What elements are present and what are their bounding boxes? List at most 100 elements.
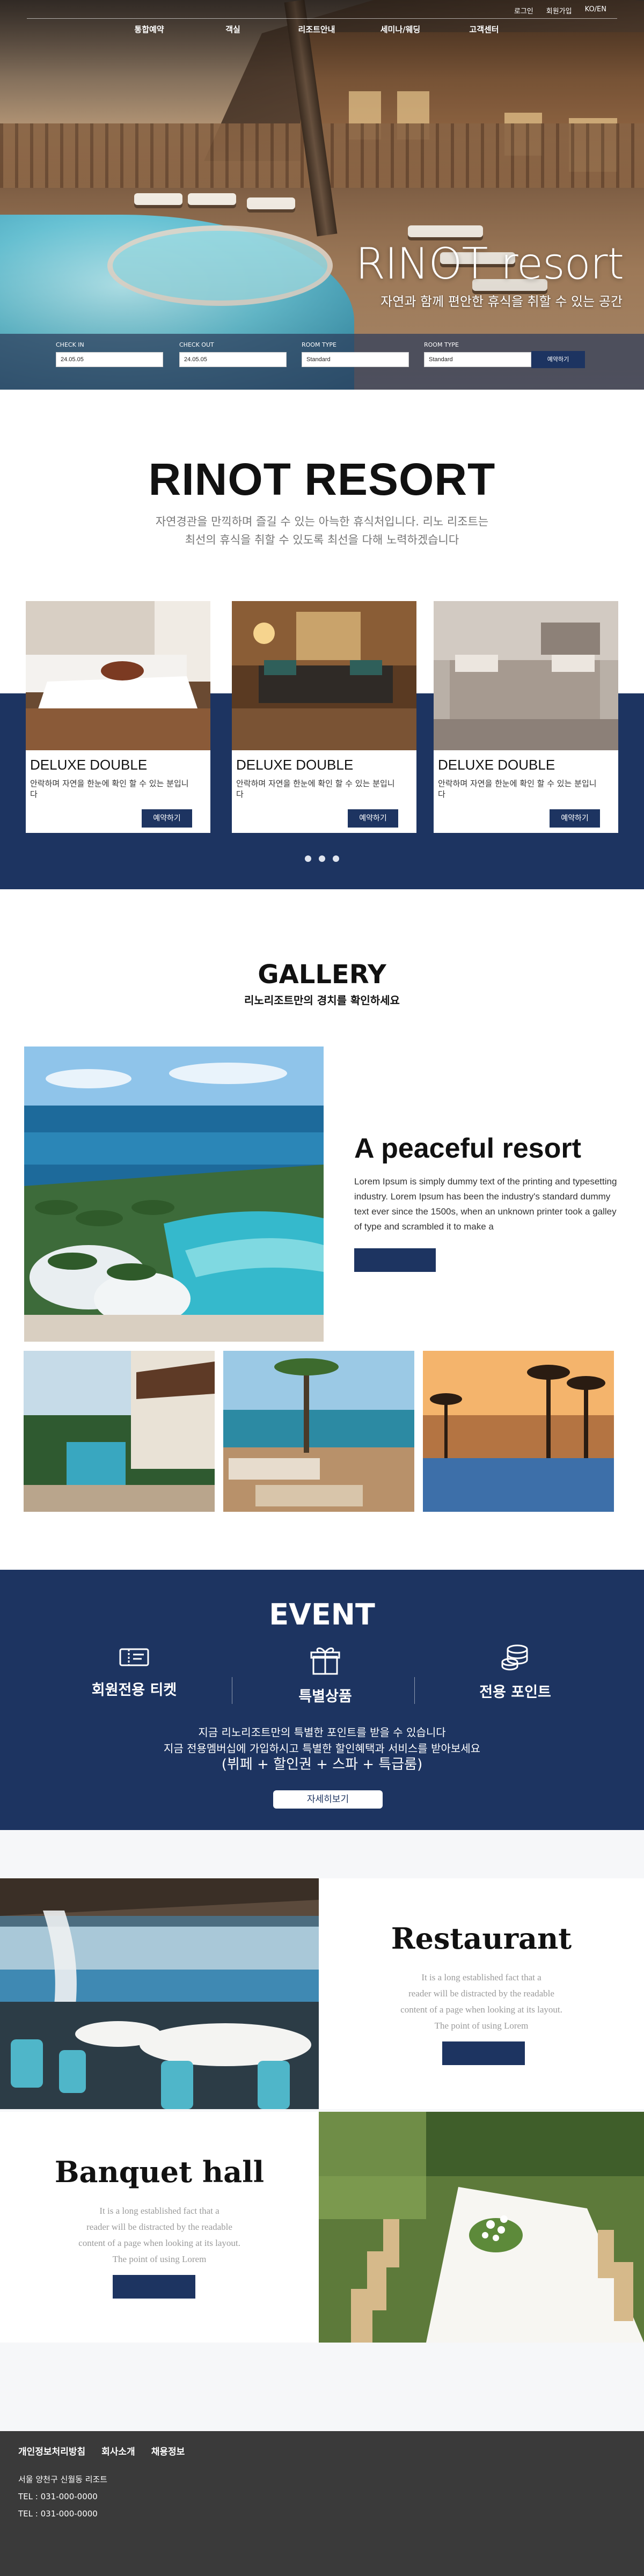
room-description: 안락하며 자연을 한눈에 확인 할 수 있는 분입니다 (236, 779, 395, 799)
footer-address: 서울 양천구 신월동 리조트 (18, 2475, 108, 2484)
room-card: DELUXE DOUBLE 안락하며 자연을 한눈에 확인 할 수 있는 분입니… (26, 601, 210, 833)
about-desc-line-2: 최선의 휴식을 취할 수 있도록 최선을 다해 노력하겠습니다 (185, 533, 459, 546)
nav-item-rooms[interactable]: 객실 (191, 24, 275, 35)
roomtype-select[interactable]: Standard (302, 352, 409, 367)
event-desc-line-1: 지금 리노리조트만의 특별한 포인트를 받을 수 있습니다 (198, 1726, 446, 1739)
checkin-input[interactable]: 24.05.05 (56, 352, 163, 367)
room-reserve-button[interactable]: 예약하기 (348, 809, 398, 828)
roomtype-field-2: ROOM TYPE Standard (424, 341, 531, 367)
banquet-text-line: The point of using Lorem (112, 2254, 207, 2264)
carousel-dot[interactable] (305, 855, 311, 862)
reserve-button[interactable]: 예약하기 (531, 351, 585, 368)
room-photo (26, 601, 210, 750)
banquet-text: It is a long established fact that a rea… (0, 2203, 319, 2267)
checkout-input[interactable]: 24.05.05 (179, 352, 287, 367)
room-name: DELUXE DOUBLE (438, 757, 555, 773)
room-description: 안락하며 자연을 한눈에 확인 할 수 있는 분입니다 (30, 779, 189, 799)
room-reserve-button[interactable]: 예약하기 (142, 809, 192, 828)
banquet-photo (319, 2112, 644, 2343)
about-description: 자연경관을 만끽하며 즐길 수 있는 아늑한 휴식처입니다. 리노 리조트는 최… (0, 513, 644, 549)
roomtype-field: ROOM TYPE Standard (302, 341, 409, 367)
carousel-dot[interactable] (333, 855, 339, 862)
restaurant-text-line: The point of using Lorem (434, 2021, 529, 2031)
footer: 개인정보처리방침 회사소개 채용정보 서울 양천구 신월동 리조트 TEL : … (0, 2431, 644, 2576)
event-item-ticket[interactable]: 회원전용 티켓 (70, 1643, 199, 1699)
coins-icon (451, 1643, 580, 1673)
event-item-label: 특별상품 (298, 1688, 352, 1705)
nav-item-resort-info[interactable]: 리조트안내 (275, 24, 358, 35)
room-photo (434, 601, 618, 750)
gallery-thumb[interactable] (423, 1351, 614, 1512)
nav-item-booking[interactable]: 통합예약 (107, 24, 191, 35)
banquet-card: Banquet hall It is a long established fa… (0, 2112, 319, 2343)
hero-subtitle: 자연과 함께 편안한 휴식을 취할 수 있는 공간 (380, 294, 623, 309)
gallery-thumb[interactable] (24, 1351, 215, 1512)
top-utility-bar: 로그인 회원가입 KO/EN (514, 5, 606, 16)
feature-title: A peaceful resort (354, 1133, 581, 1164)
about-company-link[interactable]: 회사소개 (101, 2444, 135, 2457)
language-toggle[interactable]: KO/EN (585, 5, 606, 16)
footer-contact: 서울 양천구 신월동 리조트 TEL : 031-000-0000 TEL : … (18, 2471, 107, 2522)
privacy-policy-link[interactable]: 개인정보처리방침 (18, 2444, 85, 2457)
event-details-button[interactable]: 자세히보기 (273, 1790, 383, 1809)
room-reserve-button[interactable]: 예약하기 (550, 809, 600, 828)
room-card: DELUXE DOUBLE 안락하며 자연을 한눈에 확인 할 수 있는 분입니… (232, 601, 416, 833)
restaurant-card: Restaurant It is a long established fact… (319, 1878, 644, 2109)
banquet-text-line: content of a page when looking at its la… (78, 2238, 240, 2248)
banquet-title: Banquet hall (54, 2155, 265, 2189)
event-item-gift[interactable]: 특별상품 (261, 1643, 390, 1706)
event-item-points[interactable]: 전용 포인트 (451, 1643, 580, 1701)
room-card: DELUXE DOUBLE 안락하며 자연을 한눈에 확인 할 수 있는 분입니… (434, 601, 618, 833)
hero-title: RINOT resort (355, 239, 624, 289)
feature-text: Lorem Ipsum is simply dummy text of the … (354, 1176, 617, 1232)
gallery-thumb[interactable] (223, 1351, 414, 1512)
room-description: 안락하며 자연을 한눈에 확인 할 수 있는 분입니다 (438, 779, 597, 799)
footer-tel: TEL : 031-000-0000 (18, 2509, 98, 2519)
about-title: RINOT RESORT (148, 454, 496, 504)
event-divider (414, 1677, 415, 1704)
checkout-label: CHECK OUT (179, 341, 214, 348)
room-name: DELUXE DOUBLE (236, 757, 354, 773)
gift-icon (261, 1643, 390, 1677)
checkout-field: CHECK OUT 24.05.05 (179, 341, 287, 367)
roomtype-select-2[interactable]: Standard (424, 352, 531, 367)
banquet-more-button[interactable] (113, 2275, 195, 2299)
checkin-label: CHECK IN (56, 341, 84, 348)
restaurant-text: It is a long established fact that a rea… (319, 1970, 644, 2034)
careers-link[interactable]: 채용정보 (151, 2444, 185, 2457)
carousel-dot[interactable] (319, 855, 325, 862)
main-nav: 통합예약 객실 리조트안내 세미나/웨딩 고객센터 (107, 24, 526, 35)
checkin-field: CHECK IN 24.05.05 (56, 341, 163, 367)
nav-item-customer-center[interactable]: 고객센터 (442, 24, 526, 35)
restaurant-title: Restaurant (391, 1921, 572, 1956)
event-item-label: 회원전용 티켓 (91, 1682, 177, 1699)
banquet-text-line: reader will be distracted by the readabl… (86, 2222, 232, 2232)
roomtype-label-2: ROOM TYPE (424, 341, 459, 348)
nav-item-seminar-wedding[interactable]: 세미나/웨딩 (358, 24, 442, 35)
about-desc-line-1: 자연경관을 만끽하며 즐길 수 있는 아늑한 휴식처입니다. 리노 리조트는 (155, 515, 489, 528)
footer-tel: TEL : 031-000-0000 (18, 2492, 98, 2501)
carousel-dots (305, 855, 339, 862)
gallery-title: GALLERY (258, 960, 386, 990)
event-description: 지금 리노리조트만의 특별한 포인트를 받을 수 있습니다 지금 전용멤버십에 … (0, 1724, 644, 1773)
room-photo (232, 601, 416, 750)
restaurant-photo (0, 1878, 319, 2109)
event-title: EVENT (269, 1598, 375, 1631)
room-name: DELUXE DOUBLE (30, 757, 148, 773)
restaurant-more-button[interactable] (442, 2041, 525, 2065)
login-link[interactable]: 로그인 (514, 5, 533, 16)
nav-divider (27, 18, 617, 19)
event-section: EVENT 회원전용 티켓 특별상품 전용 포인트 지금 리노리조트만의 특별한… (0, 1570, 644, 1832)
gallery-main-photo (24, 1046, 324, 1342)
event-item-label: 전용 포인트 (479, 1684, 551, 1701)
event-desc-line-2: 지금 전용멤버십에 가입하시고 특별한 할인혜택과 서비스를 받아보세요 (163, 1742, 481, 1755)
gallery-subtitle: 리노리조트만의 경치를 확인하세요 (244, 994, 400, 1007)
signup-link[interactable]: 회원가입 (546, 5, 572, 16)
restaurant-text-line: reader will be distracted by the readabl… (408, 1988, 554, 1999)
restaurant-text-line: It is a long established fact that a (421, 1972, 541, 1982)
hero-section: 로그인 회원가입 KO/EN 통합예약 객실 리조트안내 세미나/웨딩 고객센터… (0, 0, 644, 390)
footer-links: 개인정보처리방침 회사소개 채용정보 (18, 2444, 185, 2457)
feature-more-button[interactable] (354, 1248, 436, 1272)
ticket-icon (70, 1643, 199, 1671)
booking-bar: CHECK IN 24.05.05 CHECK OUT 24.05.05 ROO… (0, 334, 644, 390)
